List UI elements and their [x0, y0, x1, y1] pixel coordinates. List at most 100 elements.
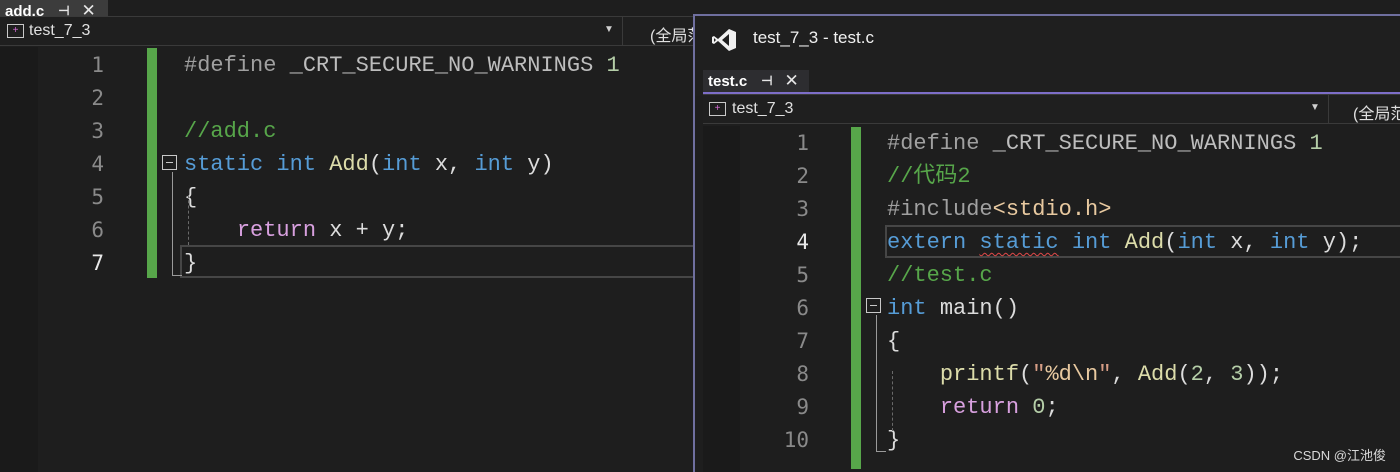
- code-token: <stdio.h>: [992, 197, 1112, 222]
- code-token: //test.c: [887, 263, 993, 288]
- code-token: _CRT_SECURE_NO_WARNINGS: [992, 131, 1310, 156]
- line-number: 6: [91, 218, 104, 242]
- code-token: Add: [1124, 230, 1165, 255]
- navigation-bar: + test_7_3 ▼ (全局范: [0, 16, 693, 46]
- line-number: 6: [796, 296, 809, 320]
- code-line[interactable]: int main(): [887, 292, 1019, 325]
- line-number: 9: [796, 395, 809, 419]
- code-token: int: [382, 152, 435, 177]
- window-title: test_7_3 - test.c: [753, 28, 874, 47]
- code-token: //代码2: [887, 164, 971, 189]
- code-line[interactable]: //add.c: [184, 115, 276, 148]
- code-token: extern: [887, 230, 980, 255]
- code-line[interactable]: #include<stdio.h>: [887, 193, 1111, 226]
- code-token: static: [184, 152, 277, 177]
- code-token: #define: [887, 131, 993, 156]
- line-number: 5: [91, 185, 104, 209]
- line-number: 1: [796, 131, 809, 155]
- code-token: %d\n: [1045, 362, 1099, 387]
- project-icon: +: [7, 24, 24, 38]
- code-line[interactable]: //test.c: [887, 259, 993, 292]
- code-token: (: [368, 152, 383, 177]
- code-token: x,: [1230, 230, 1270, 255]
- code-token: 1: [1309, 131, 1323, 156]
- tab-test-c[interactable]: test.c ⊣ ✕: [703, 70, 809, 92]
- code-token: }: [887, 428, 901, 453]
- code-token: int: [887, 296, 940, 321]
- collapse-icon[interactable]: [866, 298, 881, 313]
- code-token: (: [1177, 362, 1191, 387]
- code-line[interactable]: {: [887, 325, 900, 358]
- project-icon: +: [709, 102, 726, 116]
- code-line[interactable]: return 0;: [887, 391, 1059, 424]
- code-token: ": [1032, 362, 1046, 387]
- code-token: 0: [1032, 395, 1046, 420]
- code-token: Add: [329, 152, 369, 177]
- line-number: 7: [796, 329, 809, 353]
- code-token: int: [1269, 230, 1323, 255]
- code-token: #define: [184, 53, 290, 78]
- code-token: {: [887, 329, 901, 354]
- code-token: _CRT_SECURE_NO_WARNINGS: [289, 53, 607, 78]
- collapse-icon[interactable]: [162, 155, 177, 170]
- code-line[interactable]: extern static int Add(int x, int y);: [887, 226, 1362, 259]
- line-number: 1: [91, 53, 104, 77]
- code-line[interactable]: #define _CRT_SECURE_NO_WARNINGS 1: [887, 127, 1323, 160]
- watermark: CSDN @江池俊: [1293, 448, 1386, 463]
- scope-dropdown[interactable]: (全局范: [1353, 100, 1400, 124]
- line-number: 3: [796, 197, 809, 221]
- code-token: x + y;: [329, 218, 409, 243]
- code-token: (: [1019, 362, 1033, 387]
- code-token: {: [184, 185, 198, 210]
- close-icon[interactable]: ✕: [785, 71, 799, 91]
- code-line[interactable]: #define _CRT_SECURE_NO_WARNINGS 1: [184, 49, 620, 82]
- code-token: #include: [887, 197, 993, 222]
- code-token: ": [1098, 362, 1112, 387]
- code-token: Add: [1137, 362, 1178, 387]
- code-line[interactable]: }: [184, 247, 197, 280]
- code-token: ,: [1203, 362, 1231, 387]
- code-token: 3: [1230, 362, 1244, 387]
- code-token: int: [276, 152, 330, 177]
- chevron-down-icon[interactable]: ▼: [604, 24, 614, 35]
- line-number: 4: [91, 152, 104, 176]
- code-token: y): [527, 152, 554, 177]
- code-token: int: [1177, 230, 1231, 255]
- current-line-highlight: [180, 245, 696, 278]
- code-token: }: [184, 251, 198, 276]
- code-token: 2: [1190, 362, 1204, 387]
- title-bar[interactable]: test_7_3 - test.c: [695, 16, 1400, 60]
- line-number: 7: [91, 251, 104, 275]
- code-token: printf: [939, 362, 1020, 387]
- code-token: //add.c: [184, 119, 277, 144]
- chevron-down-icon[interactable]: ▼: [1310, 102, 1320, 113]
- floating-editor-window: test_7_3 - test.c test.c ⊣ ✕ + test_7_3 …: [693, 14, 1400, 472]
- code-token: main(): [939, 296, 1020, 321]
- code-line[interactable]: return x + y;: [184, 214, 409, 247]
- code-line[interactable]: //代码2: [887, 160, 971, 193]
- code-line[interactable]: printf("%d\n", Add(2, 3));: [887, 358, 1283, 391]
- code-token: int: [474, 152, 528, 177]
- code-token: return: [939, 395, 1033, 420]
- project-dropdown[interactable]: test_7_3: [29, 22, 90, 40]
- pin-icon[interactable]: ⊣: [761, 73, 772, 89]
- line-number: 2: [796, 164, 809, 188]
- scope-dropdown[interactable]: (全局范: [650, 22, 693, 46]
- visual-studio-logo-icon: [712, 29, 736, 51]
- project-dropdown[interactable]: test_7_3: [732, 100, 793, 118]
- code-token: static: [979, 230, 1059, 255]
- change-indicator-bar: [851, 127, 861, 469]
- code-line[interactable]: }: [887, 424, 900, 457]
- code-line[interactable]: {: [184, 181, 197, 214]
- line-number: 2: [91, 86, 104, 110]
- code-token: ));: [1243, 362, 1284, 387]
- tab-label: test.c: [708, 72, 748, 90]
- code-line[interactable]: static int Add(int x, int y): [184, 148, 554, 181]
- code-token: y);: [1322, 230, 1363, 255]
- code-token: ,: [1111, 362, 1138, 387]
- code-token: (: [1164, 230, 1178, 255]
